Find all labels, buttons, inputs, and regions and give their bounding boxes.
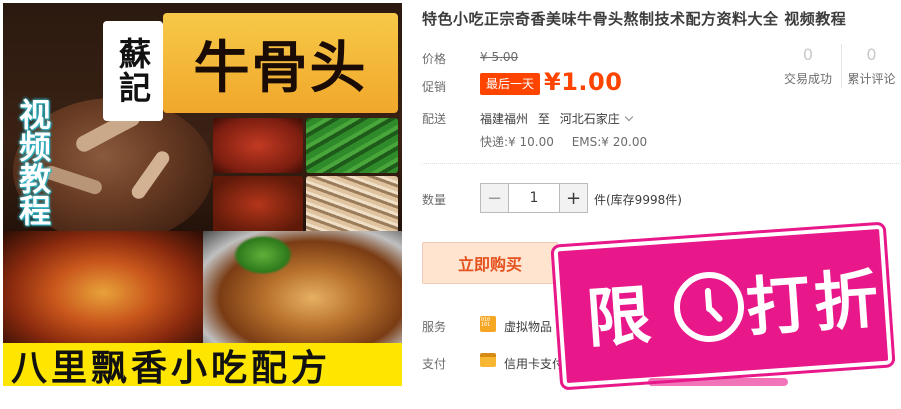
service-label: 服务 <box>422 320 447 334</box>
service-value[interactable]: 虚拟物品 <box>504 318 552 335</box>
increase-quantity-button[interactable]: + <box>559 184 587 212</box>
product-main-image[interactable]: 蘇記 牛骨头 视频教程 八里飘香小吃配方 <box>3 3 402 386</box>
promo-label: 促销 <box>422 80 447 94</box>
sales-label: 交易成功 <box>783 72 832 86</box>
promo-price: ¥1.00 <box>544 68 623 96</box>
payment-label: 支付 <box>422 357 447 371</box>
original-price: ¥ 5.00 <box>480 50 519 64</box>
ship-from: 福建福州 <box>480 112 529 126</box>
image-title-text: 牛骨头 <box>193 34 368 101</box>
credit-card-icon <box>480 353 496 367</box>
dish-photo <box>213 176 303 233</box>
sales-stat[interactable]: 0 交易成功 <box>778 44 838 88</box>
quantity-label: 数量 <box>422 193 447 207</box>
reviews-label: 累计评论 <box>847 72 896 86</box>
ship-to: 河北石家庄 <box>559 112 620 126</box>
shipping-fees: 快递:¥ 10.00 EMS:¥ 20.00 <box>480 133 647 150</box>
brand-logo-box: 蘇記 <box>103 21 163 121</box>
reviews-stat[interactable]: 0 累计评论 <box>841 44 901 88</box>
product-stats: 0 交易成功 0 累计评论 <box>778 44 901 94</box>
image-bottom-text: 八里飘香小吃配方 <box>11 346 332 387</box>
virtual-goods-icon: 010 101 <box>480 316 496 332</box>
promo-badge: 最后一天 <box>480 73 541 95</box>
dish-photo <box>213 118 303 173</box>
video-tutorial-text: 视频教程 <box>14 98 52 226</box>
shipping-label: 配送 <box>422 112 447 126</box>
sales-count: 0 <box>802 45 814 64</box>
brand-logo-text: 蘇記 <box>114 37 152 105</box>
reviews-count: 0 <box>866 45 877 64</box>
express-fee: 快递:¥ 10.00 <box>480 135 554 149</box>
ship-to-word: 至 <box>537 112 550 126</box>
stamp-left-text: 限 <box>584 277 658 358</box>
shipping-route: 福建福州 至 河北石家庄 <box>480 110 633 127</box>
dish-photo <box>306 176 398 233</box>
image-bottom-banner: 八里飘香小吃配方 <box>3 343 402 386</box>
stock-info: 件(库存9998件) <box>594 193 682 207</box>
ems-fee: EMS:¥ 20.00 <box>571 135 648 149</box>
divider <box>422 163 901 164</box>
stamp-underline <box>648 378 788 386</box>
product-title: 特色小吃正宗奇香美味牛骨头熬制技术配方资料大全 视频教程 <box>422 10 847 28</box>
ship-to-selector[interactable]: 河北石家庄 <box>559 112 633 126</box>
chevron-down-icon <box>624 112 633 122</box>
dish-thumbnails <box>213 118 398 233</box>
payment-value[interactable]: 信用卡支付 <box>504 355 564 372</box>
spicy-dish-photo <box>3 231 203 343</box>
herb-garnish <box>233 235 293 275</box>
dish-photo <box>306 118 398 173</box>
clock-hand <box>706 305 724 324</box>
limited-discount-stamp: 限 打折 <box>553 224 896 388</box>
stamp-right-text: 打折 <box>743 261 885 347</box>
quantity-input[interactable] <box>509 184 559 212</box>
price-label: 价格 <box>422 52 447 66</box>
image-title-banner: 牛骨头 <box>163 13 398 113</box>
quantity-stepper: − + <box>480 183 588 213</box>
buy-now-button[interactable]: 立即购买 <box>422 242 558 284</box>
decrease-quantity-button[interactable]: − <box>481 184 509 212</box>
